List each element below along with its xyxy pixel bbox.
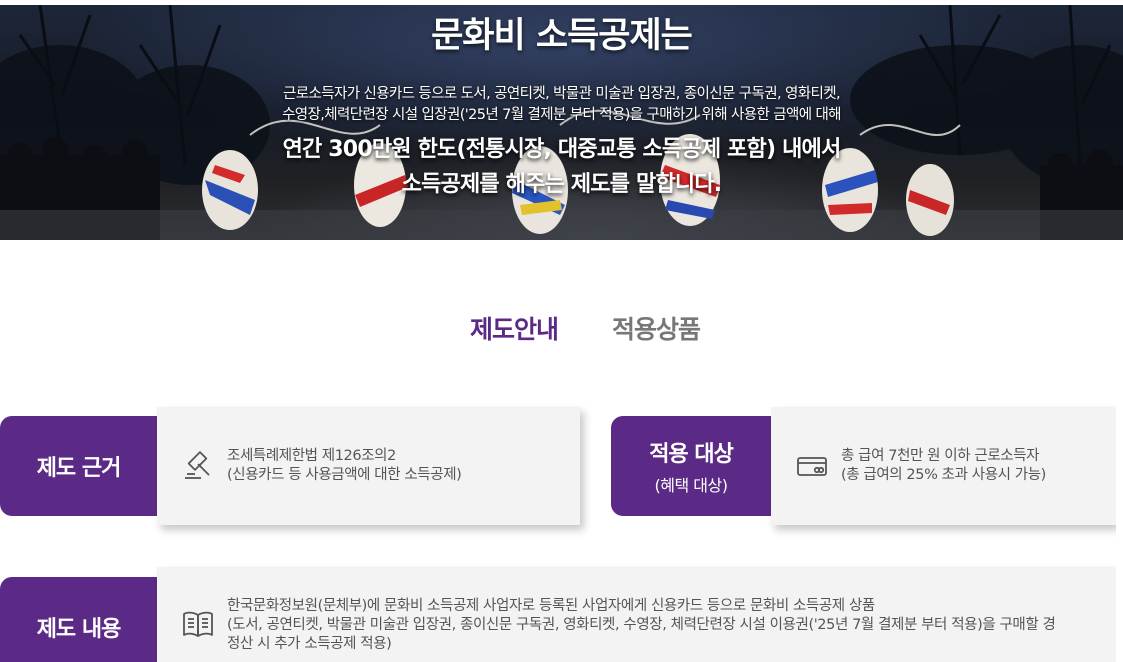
basis-text-line-2: (신용카드 등 사용금액에 대한 소득공제) xyxy=(227,467,462,483)
basis-content-box: 조세특례제한법 제126조의2 (신용카드 등 사용금액에 대한 소득공제) xyxy=(157,407,580,525)
basis-text-line-1: 조세특례제한법 제126조의2 xyxy=(227,448,396,464)
target-sublabel: (혜택 대상) xyxy=(654,476,728,495)
gavel-icon xyxy=(185,451,210,479)
target-label: 적용 대상 xyxy=(649,442,734,467)
target-content-box: 총 급여 7천만 원 이하 근로소득자 (총 급여의 25% 초과 사용시 가능… xyxy=(771,407,1116,525)
hero-highlight-line-2: 소득공제를 해주는 제도를 말합니다. xyxy=(401,172,723,197)
content-text-line-1: 한국문화정보원(문체부)에 문화비 소득공제 사업자로 등록된 사업자에게 신용… xyxy=(227,598,875,614)
basis-label-box: 제도 근거 xyxy=(0,416,165,516)
content-label-box: 제도 내용 xyxy=(0,577,165,662)
content-label: 제도 내용 xyxy=(36,617,122,642)
hero-banner: 문화비 소득공제는 근로소득자가 신용카드 등으로 도서, 공연티켓, 박물관 … xyxy=(0,5,1123,240)
hero-highlight-line-1: 연간 300만원 한도(전통시장, 대중교통 소득공제 포함) 내에서 xyxy=(282,137,842,162)
target-text-line-2: (총 급여의 25% 초과 사용시 가능) xyxy=(841,467,1046,483)
content-text-line-3: 정산 시 추가 소득공제 적용) xyxy=(227,636,392,652)
hero-description-line-1: 근로소득자가 신용카드 등으로 도서, 공연티켓, 박물관 미술관 입장권, 종… xyxy=(283,86,841,102)
tab-system-guide[interactable]: 제도안내 xyxy=(470,310,563,346)
tab-label: 적용상품 xyxy=(612,315,701,344)
credit-card-icon xyxy=(797,457,827,476)
content-text-line-2: (도서, 공연티켓, 박물관 미술관 입장권, 종이신문 구독권, 영화티켓, … xyxy=(227,617,1056,633)
tab-label: 제도안내 xyxy=(470,315,559,344)
book-icon xyxy=(183,611,213,637)
target-text-line-1: 총 급여 7천만 원 이하 근로소득자 xyxy=(841,448,1040,464)
hero-title: 문화비 소득공제는 xyxy=(431,16,693,56)
page-right-edge xyxy=(1116,240,1123,662)
basis-label: 제도 근거 xyxy=(36,456,122,481)
tab-applicable-products[interactable]: 적용상품 xyxy=(612,310,701,346)
content-description-box: 한국문화정보원(문체부)에 문화비 소득공제 사업자로 등록된 사업자에게 신용… xyxy=(157,567,1123,662)
hero-description-line-2: 수영장,체력단련장 시설 입장권('25년 7월 결제분 부터 적용)을 구매하… xyxy=(282,107,841,123)
target-label-box: 적용 대상 (혜택 대상) xyxy=(611,416,779,516)
